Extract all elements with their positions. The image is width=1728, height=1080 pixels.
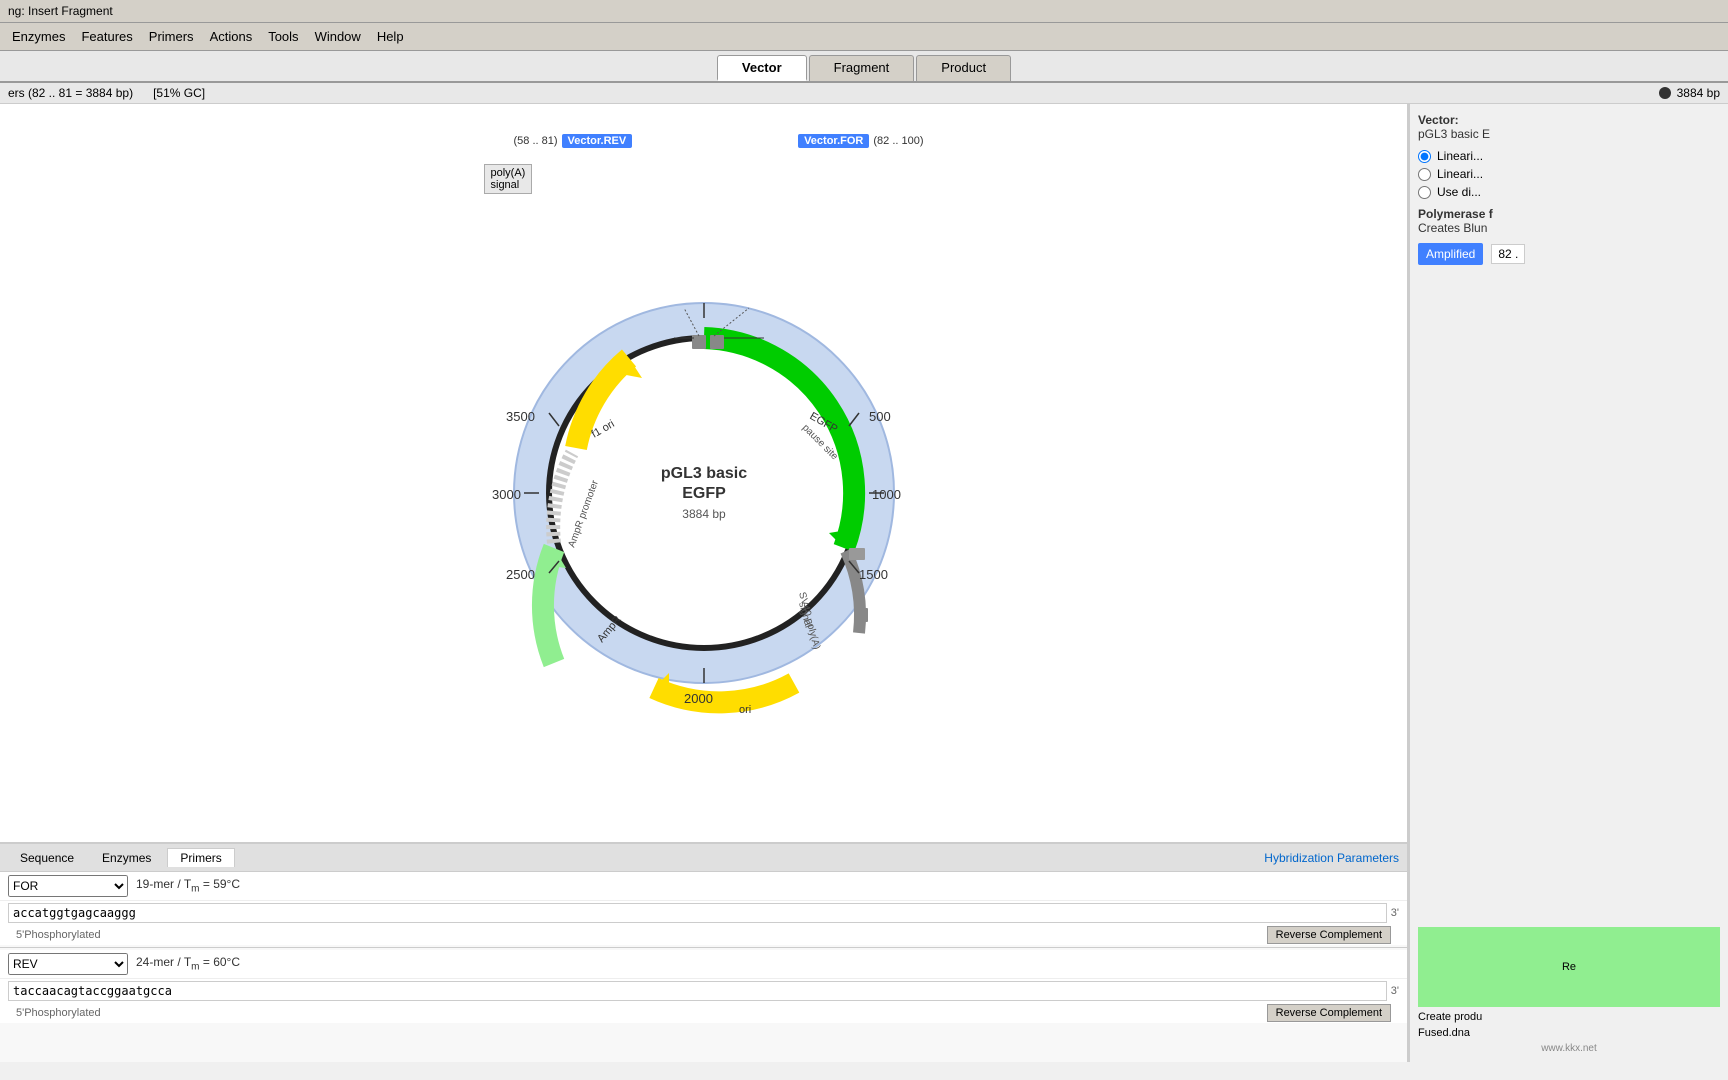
bottom-panel: Sequence Enzymes Primers Hybridization P… bbox=[0, 842, 1407, 1062]
plasmid-area: (58 .. 81) Vector.REV Vector.FOR (82 .. … bbox=[0, 104, 1407, 842]
radio-label-3: Use di... bbox=[1437, 185, 1481, 199]
amplified-button[interactable]: Amplified bbox=[1418, 243, 1483, 265]
tab-primers-bottom[interactable]: Primers bbox=[167, 848, 234, 867]
bottom-tabs: Sequence Enzymes Primers Hybridization P… bbox=[0, 844, 1407, 872]
svg-text:1500: 1500 bbox=[859, 567, 888, 582]
primer1-select[interactable]: FOR bbox=[8, 875, 128, 897]
tab-bar: Vector Fragment Product bbox=[0, 51, 1728, 83]
rev-range-label: (58 .. 81) bbox=[514, 135, 558, 147]
svg-text:3500: 3500 bbox=[506, 409, 535, 424]
primer2-phospho-row: 5'Phosphorylated Reverse Complement bbox=[0, 1003, 1407, 1023]
svg-text:3000: 3000 bbox=[492, 487, 521, 502]
menu-features[interactable]: Features bbox=[73, 27, 140, 46]
menu-primers[interactable]: Primers bbox=[141, 27, 202, 46]
watermark: www.kkx.net bbox=[1418, 1043, 1720, 1054]
for-range-label: (82 .. 100) bbox=[873, 135, 923, 147]
polymerase-value: Creates Blun bbox=[1418, 221, 1720, 235]
main-content: (58 .. 81) Vector.REV Vector.FOR (82 .. … bbox=[0, 104, 1728, 1062]
radio-label-1: Lineari... bbox=[1437, 149, 1483, 163]
fused-label: Fused.dna bbox=[1418, 1027, 1720, 1039]
menu-help[interactable]: Help bbox=[369, 27, 412, 46]
svg-text:2000: 2000 bbox=[684, 691, 713, 706]
primer1-phospho: 5'Phosphorylated bbox=[8, 927, 109, 943]
bp-count: 3884 bp bbox=[1677, 86, 1720, 100]
right-panel: Vector: pGL3 basic E Lineari... Lineari.… bbox=[1408, 104, 1728, 1062]
radio-row-2[interactable]: Lineari... bbox=[1418, 167, 1720, 181]
radio-row-1[interactable]: Lineari... bbox=[1418, 149, 1720, 163]
primer2-rev-comp-btn[interactable]: Reverse Complement bbox=[1267, 1004, 1391, 1022]
hybridization-link[interactable]: Hybridization Parameters bbox=[1264, 851, 1399, 865]
svg-text:3884 bp: 3884 bp bbox=[682, 507, 726, 521]
menu-tools[interactable]: Tools bbox=[260, 27, 306, 46]
primer2-sequence[interactable] bbox=[8, 981, 1387, 1001]
right-bottom: Re Create produ Fused.dna www.kkx.net bbox=[1418, 927, 1720, 1054]
primer1-seq-row: 3' bbox=[0, 901, 1407, 925]
polymerase-label: Polymerase f bbox=[1418, 207, 1720, 221]
re-label: Re bbox=[1562, 961, 1576, 973]
title-bar: ng: Insert Fragment bbox=[0, 0, 1728, 23]
radio-label-2: Lineari... bbox=[1437, 167, 1483, 181]
menu-enzymes[interactable]: Enzymes bbox=[4, 27, 73, 46]
left-panel: (58 .. 81) Vector.REV Vector.FOR (82 .. … bbox=[0, 104, 1408, 1062]
primers-info: ers (82 .. 81 = 3884 bp) bbox=[8, 86, 133, 100]
primer1-3prime: 3' bbox=[1391, 907, 1399, 919]
create-product-label: Create produ bbox=[1418, 1011, 1720, 1023]
for-primer-badge[interactable]: Vector.FOR bbox=[798, 134, 869, 148]
primer2-select[interactable]: REV bbox=[8, 953, 128, 975]
primer2-seq-row: 3' bbox=[0, 979, 1407, 1003]
svg-text:pGL3 basic: pGL3 basic bbox=[660, 465, 746, 482]
primer2-phospho: 5'Phosphorylated bbox=[8, 1005, 109, 1021]
svg-text:500: 500 bbox=[869, 409, 891, 424]
tab-vector[interactable]: Vector bbox=[717, 55, 807, 81]
info-bar: ers (82 .. 81 = 3884 bp) [51% GC] 3884 b… bbox=[0, 83, 1728, 104]
svg-text:EGFP: EGFP bbox=[682, 485, 726, 502]
primer2-mer: 24-mer / Tm = 60°C bbox=[136, 955, 240, 972]
radio-group: Lineari... Lineari... Use di... bbox=[1418, 149, 1720, 199]
tab-product[interactable]: Product bbox=[916, 55, 1011, 81]
vector-label: Vector: bbox=[1418, 113, 1459, 127]
svg-text:2500: 2500 bbox=[506, 567, 535, 582]
primer1-sequence[interactable] bbox=[8, 903, 1387, 923]
radio-linearize-1[interactable] bbox=[1418, 150, 1431, 163]
svg-text:1000: 1000 bbox=[872, 487, 901, 502]
menu-bar: Enzymes Features Primers Actions Tools W… bbox=[0, 23, 1728, 51]
window-title: ng: Insert Fragment bbox=[8, 4, 113, 18]
tab-enzymes[interactable]: Enzymes bbox=[90, 849, 163, 867]
rev-primer-badge[interactable]: Vector.REV bbox=[562, 134, 633, 148]
vector-value: pGL3 basic E bbox=[1418, 127, 1720, 141]
menu-actions[interactable]: Actions bbox=[202, 27, 261, 46]
tab-fragment[interactable]: Fragment bbox=[809, 55, 915, 81]
amplified-value: 82 . bbox=[1491, 244, 1525, 264]
primer1-phospho-row: 5'Phosphorylated Reverse Complement bbox=[0, 925, 1407, 945]
menu-window[interactable]: Window bbox=[307, 27, 369, 46]
radio-linearize-2[interactable] bbox=[1418, 168, 1431, 181]
primer2-row: REV 24-mer / Tm = 60°C bbox=[0, 950, 1407, 979]
green-preview-box: Re bbox=[1418, 927, 1720, 1007]
radio-row-3[interactable]: Use di... bbox=[1418, 185, 1720, 199]
primer2-3prime: 3' bbox=[1391, 985, 1399, 997]
primer1-rev-comp-btn[interactable]: Reverse Complement bbox=[1267, 926, 1391, 944]
radio-linearize-3[interactable] bbox=[1418, 186, 1431, 199]
plasmid-svg: 500 1000 1500 2000 2500 3000 3500 EGFP p… bbox=[454, 253, 954, 723]
poly-signal-label: poly(A) signal bbox=[484, 164, 533, 194]
gc-content: [51% GC] bbox=[153, 86, 205, 100]
primer1-mer: 19-mer / Tm = 59°C bbox=[136, 877, 240, 894]
tab-sequence[interactable]: Sequence bbox=[8, 849, 86, 867]
primer1-row: FOR 19-mer / Tm = 59°C bbox=[0, 872, 1407, 901]
svg-text:ori: ori bbox=[739, 704, 751, 716]
